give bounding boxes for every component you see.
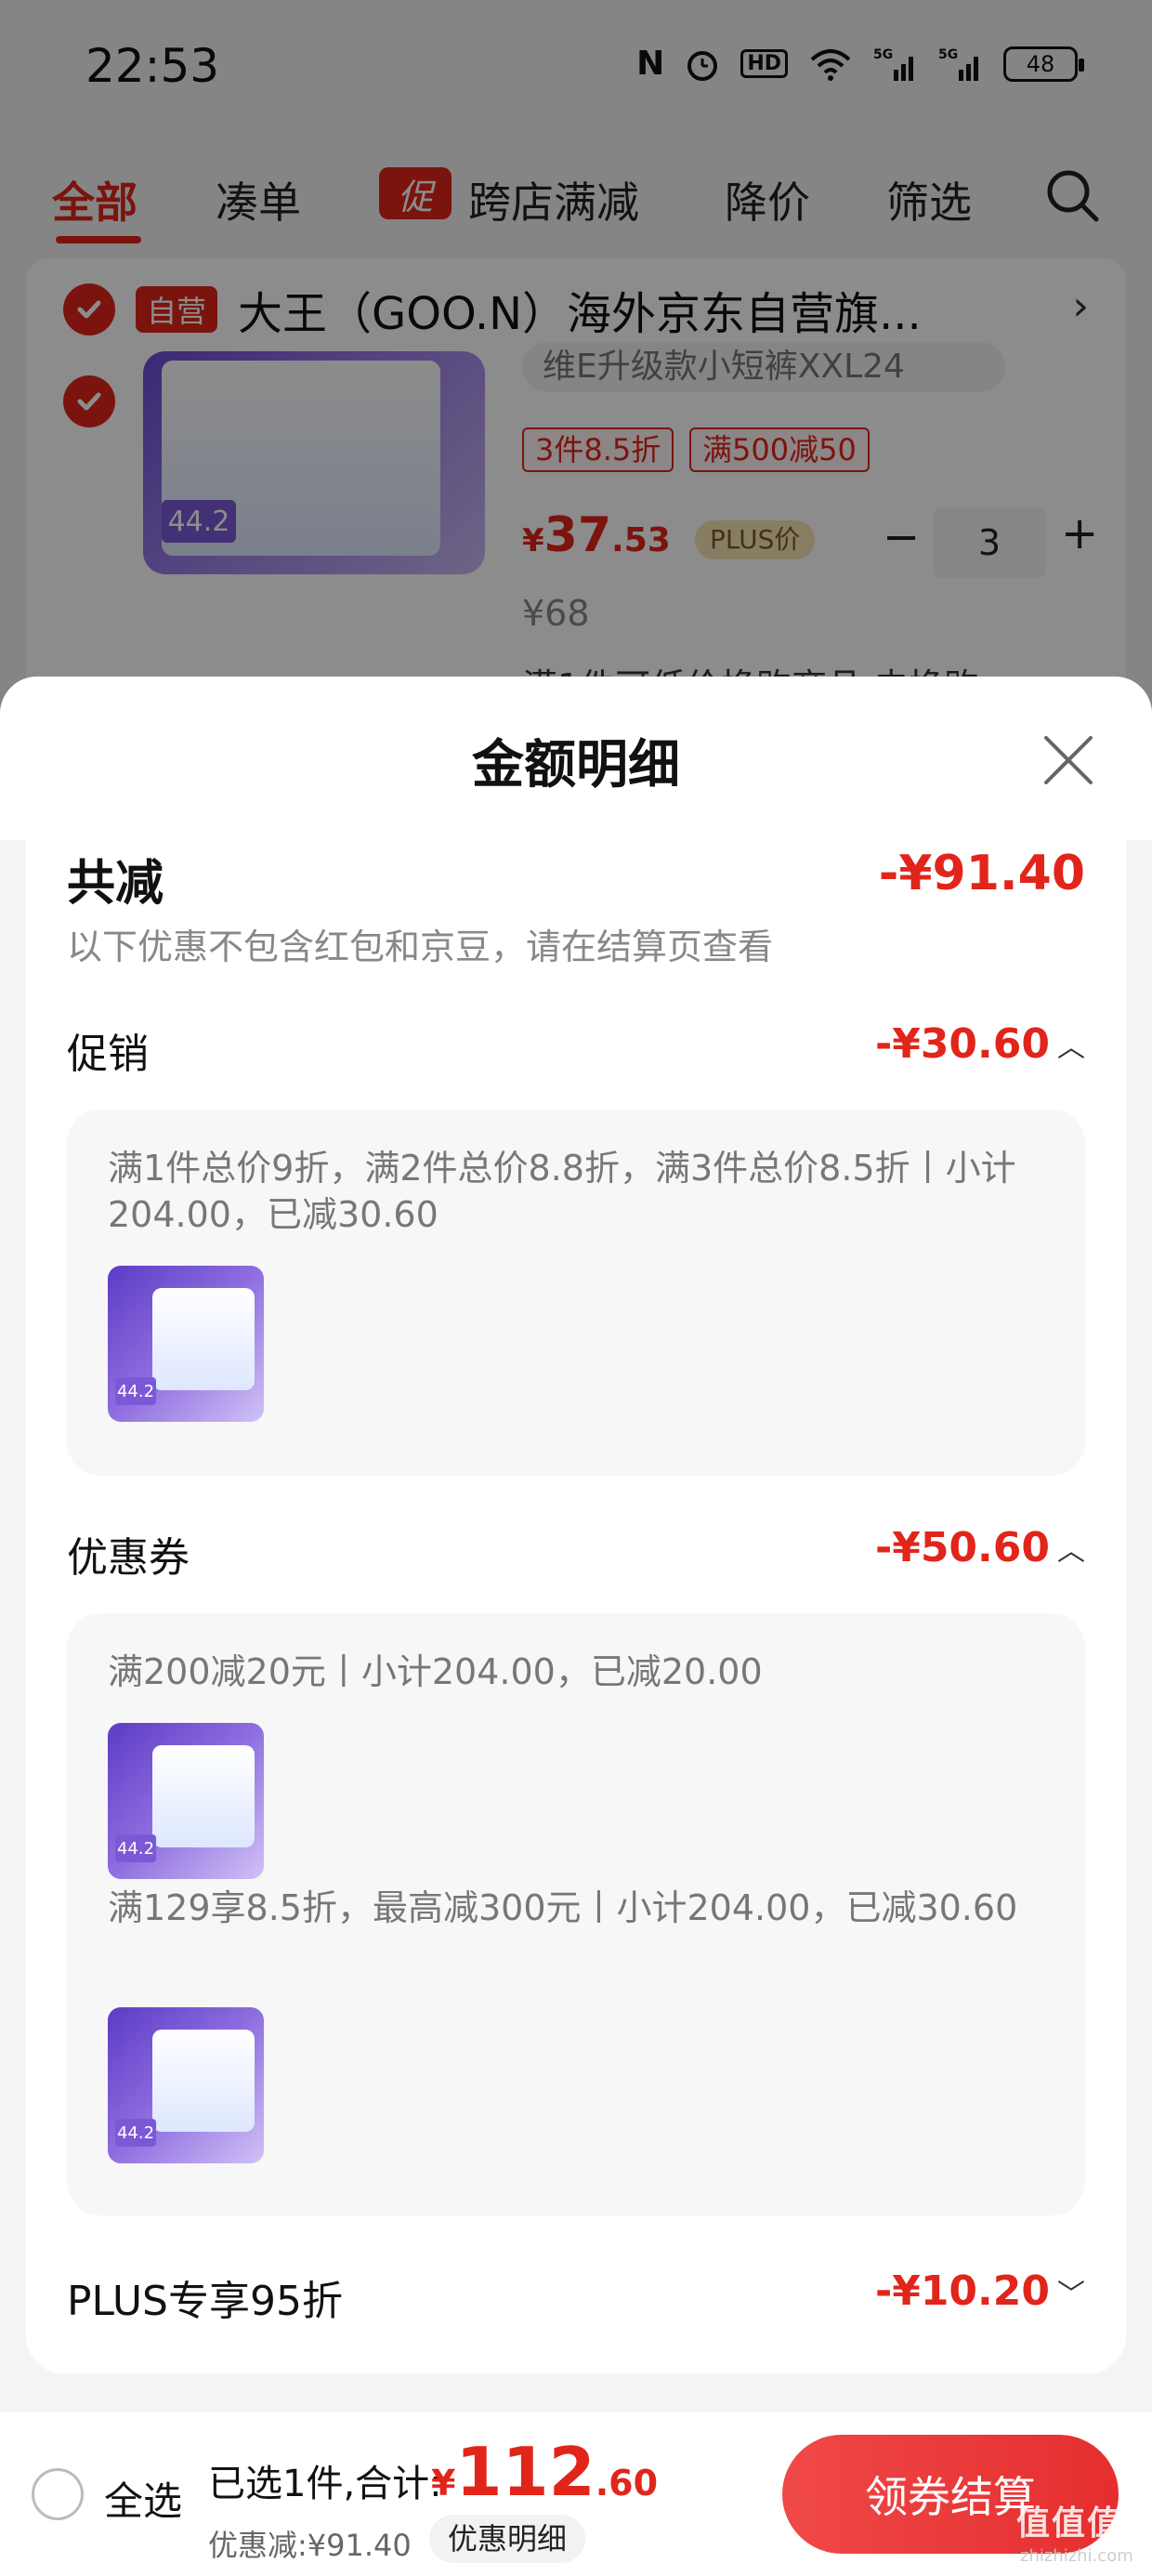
close-icon[interactable] <box>1041 732 1096 788</box>
total-price-symbol: ¥ <box>431 2463 456 2504</box>
thumbnail-number: 44.2 <box>115 1834 156 1862</box>
product-thumbnail: 44.2 <box>108 2007 264 2163</box>
product-thumbnail: 44.2 <box>108 1723 264 1879</box>
total-discount-value: -¥91.40 <box>878 846 1085 901</box>
total-price-decimal: .60 <box>595 2463 659 2504</box>
plus-discount-amount: -¥10.20 <box>874 2267 1050 2315</box>
coupon-rule-text: 满200减20元丨小计204.00，已减20.00 <box>108 1651 763 1692</box>
promotion-section-label[interactable]: 促销 <box>67 1020 149 1080</box>
thumbnail-package-image <box>152 1288 255 1390</box>
coupon-rule-text: 满129享8.5折，最高减300元丨小计204.00，已减30.60 <box>108 1887 1018 1928</box>
site-watermark: 值值值 <box>1016 2504 1123 2543</box>
select-all-label[interactable]: 全选 <box>104 2470 182 2527</box>
sheet-header: 金额明细 <box>0 677 1152 840</box>
checkout-bar: 全选 已选1件,合计: ¥112.60 优惠减:¥91.40 优惠明细 领券结算 <box>0 2412 1152 2576</box>
product-thumbnail: 44.2 <box>108 1266 264 1422</box>
thumbnail-package-image <box>152 1745 255 1847</box>
plus-discount-section-label[interactable]: PLUS专享95折 <box>67 2267 343 2327</box>
thumbnail-number: 44.2 <box>115 2119 156 2147</box>
promotion-section-value[interactable]: -¥30.60 ︿ <box>875 1020 1085 1068</box>
selected-summary: 已选1件,合计: <box>208 2463 442 2505</box>
discount-note: 以下优惠不包含红包和京豆，请在结算页查看 <box>67 927 774 967</box>
promotion-detail-box: 满1件总价9折，满2件总价8.8折，满3件总价8.5折丨小计204.00，已减3… <box>67 1110 1085 1476</box>
coupon-section-label[interactable]: 优惠券 <box>67 1524 190 1584</box>
modal-overlay[interactable] <box>0 0 1152 743</box>
total-price: ¥112.60 <box>431 2433 658 2511</box>
plus-discount-section-value[interactable]: -¥10.20 ﹀ <box>875 2267 1085 2315</box>
coupon-detail-box: 满200减20元丨小计204.00，已减20.00 44.2 满129享8.5折… <box>67 1613 1085 2215</box>
sheet-title: 金额明细 <box>472 735 680 795</box>
coupon-section-value[interactable]: -¥50.60 ︿ <box>875 1524 1085 1571</box>
promotion-rule-text: 满1件总价9折，满2件总价8.8折，满3件总价8.5折丨小计204.00，已减3… <box>108 1148 1016 1235</box>
select-all-radio[interactable] <box>32 2468 84 2520</box>
discount-summary: 优惠减:¥91.40 <box>208 2528 412 2563</box>
discount-detail-button[interactable]: 优惠明细 <box>429 2515 586 2563</box>
thumbnail-number: 44.2 <box>115 1377 156 1405</box>
site-watermark-url: zhizhizhi.com <box>1020 2546 1133 2566</box>
coupon-amount: -¥50.60 <box>874 1524 1050 1571</box>
total-discount-label: 共减 <box>67 856 164 912</box>
chevron-up-icon[interactable]: ︿ <box>1057 1528 1085 1569</box>
chevron-down-icon[interactable]: ﹀ <box>1057 2271 1085 2312</box>
discount-detail-card: 共减 -¥91.40 以下优惠不包含红包和京豆，请在结算页查看 促销 -¥30.… <box>26 840 1126 2373</box>
total-price-integer: 112 <box>455 2433 596 2511</box>
promotion-amount: -¥30.60 <box>874 1020 1050 1068</box>
chevron-up-icon[interactable]: ︿ <box>1057 1024 1085 1065</box>
thumbnail-package-image <box>152 2030 255 2132</box>
amount-detail-sheet: 金额明细 共减 -¥91.40 以下优惠不包含红包和京豆，请在结算页查看 促销 … <box>0 677 1152 2576</box>
